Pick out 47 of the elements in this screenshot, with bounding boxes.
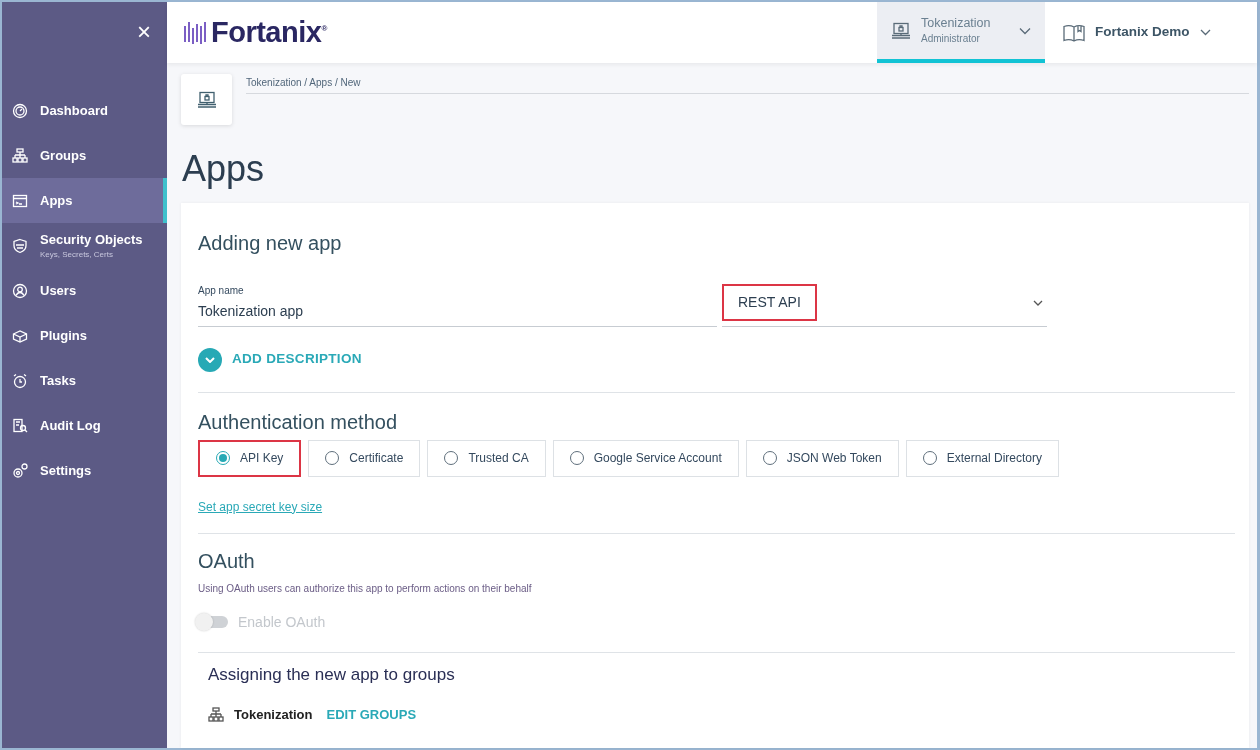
chevron-down-icon [1199, 29, 1211, 36]
radio-option[interactable]: JSON Web Token [745, 439, 899, 477]
sidebar-item[interactable]: Security Objects Keys, Secrets, Certs [2, 223, 167, 268]
sidebar-item[interactable]: Groups [2, 133, 167, 178]
chevron-down-icon [1033, 300, 1043, 307]
sidebar-item[interactable]: Plugins [2, 313, 167, 358]
shield-icon [12, 237, 28, 254]
chevron-down-icon [1019, 27, 1031, 36]
radio-option[interactable]: Trusted CA [427, 439, 546, 477]
field-label: App name [198, 283, 245, 298]
account-switcher[interactable]: Tokenization Administrator [877, 2, 1045, 63]
gauge-icon [12, 102, 28, 119]
select-field[interactable]: REST API [722, 279, 1047, 327]
sidebar-item[interactable]: Users [2, 268, 167, 313]
alarm-clock-icon [12, 372, 28, 389]
radio-option[interactable]: Certificate [308, 439, 421, 477]
sidebar-item[interactable]: Audit Log [2, 403, 167, 448]
close-button[interactable]: × [135, 20, 153, 44]
laptop-lock-icon [891, 21, 911, 40]
section-title: Assigning the new app to groups [208, 664, 456, 685]
radio-option[interactable]: Google Service Account [552, 439, 739, 477]
radio-option[interactable]: External Directory [905, 439, 1060, 477]
gears-icon [12, 462, 28, 479]
sidebar-item[interactable]: Apps [2, 178, 167, 223]
section-title: Adding new app [198, 230, 343, 255]
section-title: OAuth [198, 548, 256, 573]
sidebar-item[interactable]: Dashboard [2, 88, 167, 133]
book-icon [1063, 23, 1085, 42]
user-menu[interactable]: Fortanix Demo [1045, 22, 1257, 43]
hierarchy-icon [208, 706, 224, 723]
sidebar-item[interactable]: Tasks [2, 358, 167, 403]
group-name: Tokenization [234, 706, 313, 724]
chevron-down-icon [205, 356, 215, 363]
sidebar-item[interactable]: Settings [2, 448, 167, 493]
page-title: Apps [182, 149, 266, 189]
breadcrumb: Tokenization / Apps / New [246, 74, 1249, 94]
radio-option[interactable]: API Key [198, 439, 302, 477]
logo-bars-icon [183, 19, 207, 46]
hierarchy-icon [12, 147, 28, 164]
laptop-lock-icon [196, 90, 217, 109]
section-title: Authentication method [198, 409, 399, 434]
window-icon [12, 192, 28, 209]
user-icon [12, 282, 28, 299]
logo: Fortanix$^{®}$ [183, 10, 327, 55]
text-field[interactable]: Tokenization app [198, 297, 717, 327]
magnifier-document-icon [12, 417, 28, 434]
description-text: Using OAuth users can authorize this app to perform actions on their behalf [198, 581, 533, 596]
